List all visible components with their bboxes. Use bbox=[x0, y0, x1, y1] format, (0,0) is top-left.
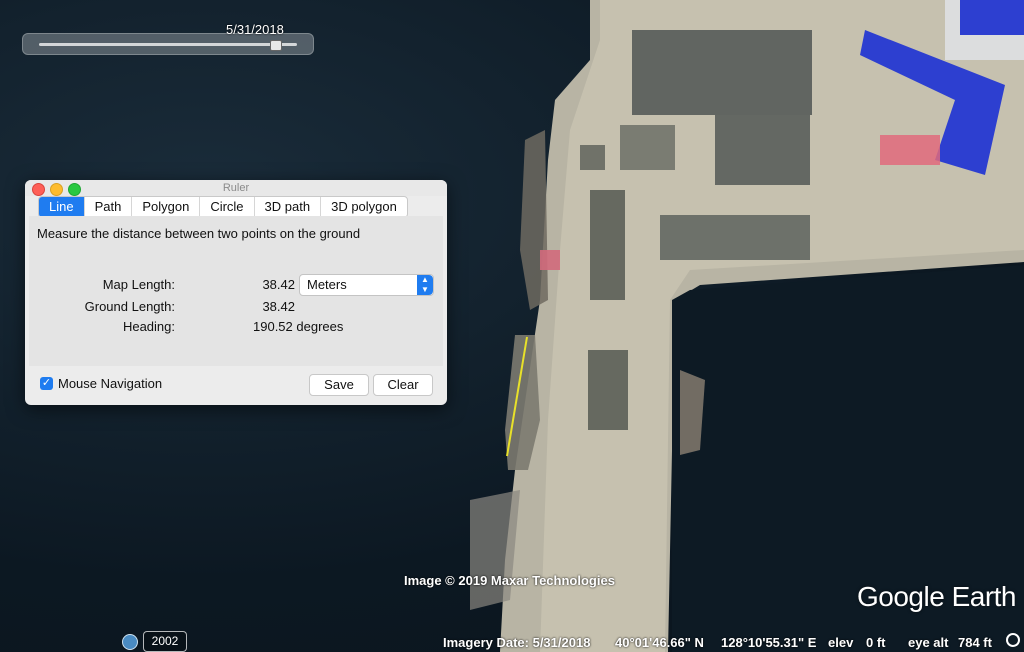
measure-description: Measure the distance between two points … bbox=[37, 226, 361, 241]
ground-length-label: Ground Length: bbox=[84, 299, 175, 314]
tab-3d-path[interactable]: 3D path bbox=[255, 197, 322, 217]
tab-path[interactable]: Path bbox=[85, 197, 133, 217]
title-bar[interactable]: Ruler bbox=[25, 180, 447, 196]
elev-label: elev bbox=[828, 635, 854, 650]
clear-button[interactable]: Clear bbox=[373, 374, 433, 396]
time-slider-thumb[interactable] bbox=[270, 40, 282, 51]
time-slider-date: 5/31/2018 bbox=[226, 22, 284, 37]
clock-icon[interactable] bbox=[122, 634, 138, 650]
mouse-navigation-label: Mouse Navigation bbox=[58, 376, 163, 391]
heading-label: Heading: bbox=[122, 319, 175, 334]
historical-year-button[interactable]: 2002 bbox=[143, 631, 187, 652]
ground-length-value: 38.42 bbox=[262, 299, 295, 314]
tab-3d-polygon[interactable]: 3D polygon bbox=[321, 197, 407, 217]
map-length-label: Map Length: bbox=[102, 277, 175, 292]
elev-value: 0 ft bbox=[866, 635, 886, 650]
chevron-updown-icon[interactable]: ▲ ▼ bbox=[417, 275, 433, 295]
longitude: 128°10'55.31" E bbox=[721, 635, 817, 650]
tab-polygon[interactable]: Polygon bbox=[132, 197, 201, 217]
save-button[interactable]: Save bbox=[309, 374, 369, 396]
unit-select-value: Meters bbox=[307, 277, 347, 292]
eye-alt-label: eye alt bbox=[908, 635, 949, 650]
heading-value: 190.52 degrees bbox=[253, 319, 344, 334]
mouse-navigation-checkbox[interactable]: ✓ bbox=[40, 377, 53, 390]
compass-icon[interactable] bbox=[1006, 633, 1020, 647]
google-earth-logo: Google Earth bbox=[857, 581, 1017, 612]
tab-line[interactable]: Line bbox=[39, 197, 85, 217]
map-length-value: 38.42 bbox=[262, 277, 295, 292]
unit-select[interactable]: Meters ▲ ▼ bbox=[299, 274, 434, 296]
window-title: Ruler bbox=[222, 182, 250, 194]
ruler-mode-tabs: Line Path Polygon Circle 3D path 3D poly… bbox=[38, 196, 408, 218]
time-slider-track[interactable] bbox=[39, 43, 297, 46]
imagery-copyright: Image © 2019 Maxar Technologies bbox=[404, 573, 615, 588]
tab-circle[interactable]: Circle bbox=[200, 197, 255, 217]
eye-alt-value: 784 ft bbox=[958, 635, 992, 650]
imagery-date: Imagery Date: 5/31/2018 bbox=[443, 635, 591, 650]
latitude: 40°01'46.66" N bbox=[615, 635, 704, 650]
ruler-dialog: Ruler Line Path Polygon Circle 3D path 3… bbox=[25, 180, 447, 405]
checkmark-icon: ✓ bbox=[41, 377, 52, 389]
